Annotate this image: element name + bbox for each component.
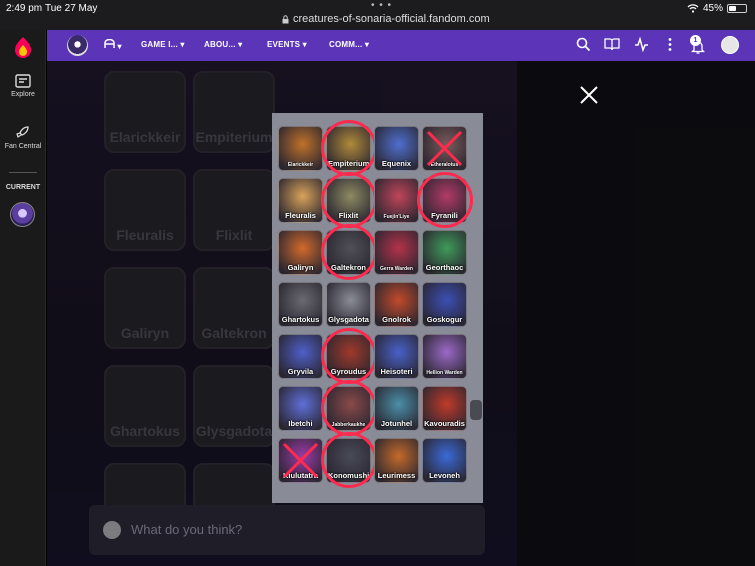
creature-tile: Gryvila	[278, 334, 323, 379]
status-date: Tue 27 May	[45, 3, 98, 14]
red-circle-mark	[321, 120, 377, 176]
creature-tile: Equenix	[374, 126, 419, 171]
rail-divider	[9, 172, 37, 173]
nav-item-events[interactable]: EVENTS ▾	[267, 40, 307, 49]
creature-tile: Ibetchi	[278, 386, 323, 431]
creature-label: Equenix	[381, 159, 412, 168]
nav-item-game[interactable]: GAME I... ▾	[141, 40, 185, 49]
creature-tile: Glysgadota	[326, 282, 371, 327]
chevron-down-icon: ▾	[238, 40, 243, 49]
creature-label: Jotunhel	[380, 419, 413, 428]
comment-placeholder: What do you think?	[131, 522, 243, 537]
red-cross-mark	[426, 130, 463, 167]
creature-tile: Goskogur	[422, 282, 467, 327]
nav-item-events-label: EVENTS	[267, 40, 301, 49]
creature-tile: Gnolrok	[374, 282, 419, 327]
battery-level	[729, 6, 737, 11]
red-circle-mark	[321, 432, 377, 488]
creature-tile: Elarickkeir	[278, 126, 323, 171]
chevron-down-icon: ▾	[302, 40, 307, 49]
chevron-down-icon: ▾	[117, 42, 122, 51]
wifi-icon	[687, 4, 699, 13]
creature-tile: Jotunhel	[374, 386, 419, 431]
creature-label: Heisoteri	[380, 367, 413, 376]
rocket-icon	[16, 126, 29, 138]
creature-label: Gerra Warden	[380, 266, 413, 272]
battery-icon	[727, 4, 747, 13]
more-vertical-icon[interactable]	[667, 37, 673, 52]
creature-label: Galiryn	[287, 263, 314, 272]
creature-tile: Fleuralis	[278, 178, 323, 223]
nav-explore-menu[interactable]: ▾	[104, 38, 122, 51]
activity-icon[interactable]	[634, 37, 649, 52]
creature-tile: Georthaoc	[422, 230, 467, 275]
creature-label: Kavouradis	[424, 419, 465, 428]
explore-icon	[15, 74, 31, 88]
red-circle-mark	[417, 172, 473, 228]
creature-tile: Ghartokus	[278, 282, 323, 327]
nav-item-game-label: GAME I...	[141, 40, 178, 49]
comment-avatar	[103, 521, 121, 539]
red-circle-mark	[321, 328, 377, 384]
scroll-handle[interactable]	[470, 400, 482, 420]
chevron-down-icon: ▾	[180, 40, 185, 49]
rail-fan-central[interactable]: Fan Central	[0, 124, 46, 150]
fandom-sidebar: Explore Fan Central CURRENT	[0, 30, 46, 566]
red-circle-mark	[321, 172, 377, 228]
user-avatar[interactable]	[721, 36, 739, 54]
creature-label: Goskogur	[426, 315, 463, 324]
nav-item-community-label: COMM...	[329, 40, 363, 49]
creature-label: Glysgadota	[328, 315, 369, 324]
nav-item-about-label: ABOU...	[204, 40, 236, 49]
creature-label: Elarickkeir	[287, 162, 314, 168]
address-bar[interactable]: creatures-of-sonaria-official.fandom.com	[282, 13, 490, 25]
creature-tile: Galiryn	[278, 230, 323, 275]
nav-item-community[interactable]: COMM... ▾	[329, 40, 369, 49]
red-cross-mark	[282, 442, 319, 479]
url-text: creatures-of-sonaria-official.fandom.com	[293, 13, 490, 25]
multitask-dots-icon[interactable]: • • •	[371, 0, 392, 11]
red-circle-mark	[321, 380, 377, 436]
wiki-logo[interactable]	[67, 35, 88, 56]
rail-current-label: CURRENT	[5, 184, 41, 191]
creature-tile: Kavouradis	[422, 386, 467, 431]
creature-label: Gryvila	[287, 367, 314, 376]
battery-percent: 45%	[702, 3, 723, 14]
status-right: 45%	[687, 3, 747, 14]
status-time: 2:49 pm	[6, 3, 43, 14]
creature-label: Fleuralis	[285, 211, 316, 220]
nav-item-about[interactable]: ABOU... ▾	[204, 40, 242, 49]
creature-label: Levoneh	[429, 471, 460, 480]
red-circle-mark	[321, 224, 377, 280]
lock-icon	[282, 14, 289, 23]
wiki-nav-bar: ▾ GAME I... ▾ ABOU... ▾ EVENTS ▾ COMM...…	[47, 30, 755, 61]
creature-label: Fuejin'Liye	[383, 214, 410, 220]
fandom-logo-icon[interactable]	[12, 36, 34, 58]
fandom-mark-icon	[104, 38, 115, 48]
book-icon[interactable]	[604, 37, 620, 52]
creature-tile: Heisoteri	[374, 334, 419, 379]
search-icon[interactable]	[576, 37, 591, 52]
creature-tile: Gerra Warden	[374, 230, 419, 275]
rail-explore[interactable]: Explore	[0, 74, 46, 98]
rail-fan-central-label: Fan Central	[4, 143, 42, 150]
creature-tile: Hellion Warden	[422, 334, 467, 379]
creature-label: Leurimess	[377, 471, 416, 480]
creature-label: Ghartokus	[281, 315, 320, 324]
close-icon[interactable]	[576, 82, 602, 108]
creature-tile: Levoneh	[422, 438, 467, 483]
chevron-down-icon: ▾	[364, 40, 370, 49]
current-wiki-avatar[interactable]	[10, 202, 35, 227]
creature-tile: Leurimess	[374, 438, 419, 483]
lightbox-image: Elarickkeir Empiterium Equenix Etheralotus F…	[272, 113, 483, 503]
creature-label: Hellion Warden	[426, 370, 463, 376]
notification-badge: 1	[690, 35, 701, 46]
creature-label: Gnolrok	[382, 315, 411, 324]
creature-tile: Fuejin'Liye	[374, 178, 419, 223]
comment-box[interactable]: What do you think?	[89, 505, 485, 555]
rail-explore-label: Explore	[11, 91, 35, 98]
creature-label: Ibetchi	[288, 419, 313, 428]
creature-label: Georthaoc	[425, 263, 464, 272]
status-bar: 2:49 pm Tue 27 May • • • creatures-of-so…	[0, 0, 755, 30]
